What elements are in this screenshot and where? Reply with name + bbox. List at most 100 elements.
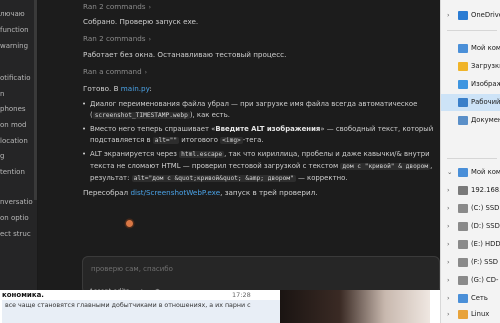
article-snippet[interactable]: все чаще становятся главными добытчиками… — [2, 300, 280, 323]
bullet-text: — корректно. — [295, 173, 348, 182]
bold-text: Введите ALT изображения — [215, 125, 321, 133]
assistant-message: Работает без окна. Останавливаю тестовый… — [83, 50, 287, 59]
sidebar-item[interactable]: phones — [0, 101, 37, 118]
nav-item-documents[interactable]: Документы — [441, 112, 500, 129]
inline-code: alt="" — [152, 136, 180, 144]
assistant-message: Пересобрал dist/ScreenshotWebP.exe, запу… — [83, 188, 318, 197]
nav-item-onedrive[interactable]: › OneDrive — [441, 7, 500, 24]
chevron-right-icon: › — [447, 186, 450, 194]
assistant-message: Собрано. Проверю запуск exe. — [83, 17, 199, 26]
file-link[interactable]: main.py — [121, 84, 150, 93]
chat-panel: Ran 2 commands › Собрано. Проверю запуск … — [38, 0, 440, 290]
bullet-item: Вместо него теперь спрашивает «Введите A… — [82, 124, 440, 147]
folder-icon — [458, 62, 468, 71]
background-webpage: кономика. 17:28 все чаще становятся глав… — [0, 290, 440, 323]
nav-item-drive-g[interactable]: › (G:) CD- — [441, 272, 500, 289]
bullet-text: итогового — [179, 135, 221, 144]
chevron-right-icon: › — [447, 204, 450, 212]
bullet-text: Вместо него теперь спрашивает « — [90, 125, 216, 133]
message-text: Пересобрал — [83, 188, 131, 197]
file-link[interactable]: dist/ScreenshotWebP.exe — [130, 188, 220, 197]
assistant-message: Готово. В main.py: — [83, 84, 152, 93]
sidebar-item[interactable]: лючаю — [0, 6, 37, 23]
inline-code: screenshot_TIMESTAMP.webp — [92, 111, 190, 119]
chevron-right-icon: › — [447, 310, 450, 318]
bullet-item: Диалог переименования файла убрал — при … — [82, 99, 440, 122]
sidebar-item[interactable]: ect struc — [0, 226, 37, 243]
sidebar-item[interactable]: g — [0, 148, 37, 165]
nav-label: Рабочий стол — [471, 98, 500, 106]
chevron-right-icon: › — [148, 4, 151, 11]
article-image[interactable] — [280, 290, 430, 323]
nav-item-linux[interactable]: › Linux — [441, 306, 500, 323]
nav-item-drive-d[interactable]: › (D:) SSD — [441, 218, 500, 235]
nav-label: (E:) HDD — [471, 240, 500, 248]
scrollbar[interactable] — [34, 0, 37, 200]
nav-label: Документы — [471, 116, 500, 124]
chevron-down-icon: ⌄ — [447, 168, 453, 176]
nav-label: (D:) SSD — [471, 222, 500, 230]
bullet-item: ALT экранируется через html.escape, так … — [82, 149, 440, 184]
tool-run-label: Ran 2 commands — [83, 34, 146, 43]
article-title[interactable]: кономика. — [2, 291, 44, 299]
nav-label: Сеть — [471, 294, 488, 302]
chevron-right-icon: › — [447, 276, 450, 284]
nav-item-drive-f[interactable]: › (F:) SSD — [441, 254, 500, 271]
computer-icon — [458, 44, 468, 53]
bullet-text: ALT экранируется через — [90, 150, 180, 158]
nav-item-drive-e[interactable]: › (E:) HDD — [441, 236, 500, 253]
nav-item-pictures[interactable]: Изображения — [441, 76, 500, 93]
document-icon — [458, 116, 468, 125]
sidebar-item[interactable]: otificatio — [0, 70, 37, 87]
network-icon — [458, 294, 468, 303]
desktop-icon — [458, 98, 468, 107]
nav-item-this-pc-tree[interactable]: ⌄ Мой компьютер — [441, 164, 500, 181]
computer-icon — [458, 168, 468, 177]
cloud-icon — [458, 11, 468, 20]
nav-label: 192.168. — [471, 186, 500, 194]
sidebar-item[interactable]: tention — [0, 164, 37, 181]
nav-label: (C:) SSD — [471, 204, 500, 212]
divider — [447, 158, 497, 159]
prompt-input[interactable]: проверю сам, спасибо — [91, 265, 173, 273]
nav-item-drive-c[interactable]: › (C:) SSD — [441, 200, 500, 217]
nav-item-network-drive[interactable]: › 192.168. — [441, 182, 500, 199]
message-text: Готово. В — [83, 84, 121, 93]
nav-item-this-pc[interactable]: Мой компьютер — [441, 40, 500, 57]
chevron-right-icon: › — [447, 258, 450, 266]
sidebar-item[interactable]: on mod — [0, 117, 37, 134]
nav-item-downloads[interactable]: Загрузки — [441, 58, 500, 75]
sidebar-item[interactable]: function — [0, 22, 37, 39]
nav-label: Мой компьютер — [471, 168, 500, 176]
nav-label: Загрузки — [471, 62, 500, 70]
nav-item-desktop[interactable]: Рабочий стол — [441, 94, 500, 111]
message-text: : — [149, 84, 152, 93]
nav-item-network[interactable]: › Сеть — [441, 290, 500, 307]
sidebar-item[interactable]: nversatio — [0, 194, 37, 211]
tool-run-collapsed[interactable]: Ran 2 commands › — [83, 2, 151, 11]
inline-code: html.escape — [179, 151, 225, 158]
file-explorer-nav: › OneDrive Мой компьютер Загрузки Изобра… — [440, 0, 500, 323]
drive-icon — [458, 240, 468, 249]
divider — [447, 30, 497, 31]
network-drive-icon — [458, 186, 468, 195]
inline-code: <img> — [220, 136, 243, 144]
drive-icon — [458, 258, 468, 267]
thinking-spinner-icon — [126, 220, 133, 227]
nav-label: Linux — [471, 310, 490, 318]
drive-icon — [458, 222, 468, 231]
tool-run-collapsed[interactable]: Ran 2 commands › — [83, 34, 151, 43]
tool-run-collapsed[interactable]: Ran a command › — [83, 67, 147, 76]
nav-label: OneDrive — [471, 11, 500, 19]
chevron-right-icon: › — [447, 222, 450, 230]
timestamp: 17:28 — [232, 291, 251, 299]
prompt-input-container[interactable]: проверю сам, спасибо Accept edits + ⊕ — [82, 256, 440, 295]
sidebar-item[interactable]: warning — [0, 38, 37, 55]
bullet-text: ), как есть. — [189, 110, 230, 119]
sidebar-item[interactable]: on optio — [0, 210, 37, 227]
inline-code: дом с "кривой" & двором — [340, 162, 431, 170]
message-text: , запуск в трей проверил. — [220, 188, 318, 197]
tool-run-label: Ran 2 commands — [83, 2, 146, 11]
nav-label: (F:) SSD — [471, 258, 498, 266]
inline-code: alt="дом с &quot;кривой&quot; &amp; двор… — [131, 174, 296, 182]
